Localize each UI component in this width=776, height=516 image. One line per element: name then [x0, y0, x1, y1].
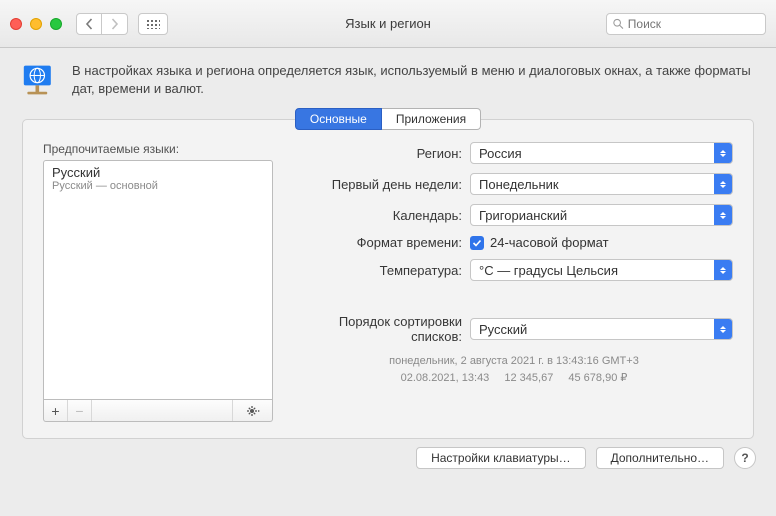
- first-day-select[interactable]: Понедельник: [470, 173, 733, 195]
- list-footer: + −: [43, 400, 273, 422]
- language-actions-button[interactable]: [232, 400, 272, 421]
- updown-icon: [714, 143, 732, 163]
- sort-order-label: Порядок сортировки списков:: [295, 314, 470, 344]
- sort-order-select[interactable]: Русский: [470, 318, 733, 340]
- language-name: Русский: [52, 165, 264, 180]
- tab-apps[interactable]: Приложения: [382, 108, 481, 130]
- list-item[interactable]: Русский Русский — основной: [52, 165, 264, 192]
- window-controls: [10, 18, 62, 30]
- help-button[interactable]: ?: [734, 447, 756, 469]
- tabs: Основные Приложения: [0, 108, 776, 130]
- chevron-right-icon: [110, 18, 119, 30]
- search-field[interactable]: [606, 13, 766, 35]
- search-input[interactable]: [628, 17, 759, 31]
- format-example: понедельник, 2 августа 2021 г. в 13:43:1…: [295, 353, 733, 386]
- forward-button[interactable]: [102, 13, 128, 35]
- first-day-label: Первый день недели:: [295, 177, 470, 192]
- temperature-select[interactable]: °C — градусы Цельсия: [470, 259, 733, 281]
- search-icon: [613, 18, 624, 30]
- region-label: Регион:: [295, 146, 470, 161]
- time-format-checkbox-label: 24-часовой формат: [490, 235, 609, 250]
- updown-icon: [714, 174, 732, 194]
- advanced-button[interactable]: Дополнительно…: [596, 447, 724, 469]
- zoom-window[interactable]: [50, 18, 62, 30]
- preferred-languages-label: Предпочитаемые языки:: [43, 142, 273, 156]
- temperature-label: Температура:: [295, 263, 470, 278]
- tab-general[interactable]: Основные: [295, 108, 382, 130]
- header: В настройках языка и региона определяетс…: [0, 48, 776, 108]
- updown-icon: [714, 260, 732, 280]
- titlebar: Язык и регион: [0, 0, 776, 48]
- gear-icon: [246, 404, 260, 418]
- nav-buttons: [76, 13, 128, 35]
- language-subtitle: Русский — основной: [52, 180, 264, 192]
- time-format-checkbox[interactable]: [470, 236, 484, 250]
- keyboard-settings-button[interactable]: Настройки клавиатуры…: [416, 447, 586, 469]
- updown-icon: [714, 205, 732, 225]
- check-icon: [472, 238, 482, 248]
- show-all-button[interactable]: [138, 13, 168, 35]
- bottom-bar: Настройки клавиатуры… Дополнительно… ?: [0, 439, 776, 477]
- region-settings-column: Регион: Россия Первый день недели: Понед…: [295, 142, 733, 422]
- region-select[interactable]: Россия: [470, 142, 733, 164]
- remove-language-button[interactable]: −: [68, 400, 92, 421]
- calendar-select[interactable]: Григорианский: [470, 204, 733, 226]
- add-language-button[interactable]: +: [44, 400, 68, 421]
- updown-icon: [714, 319, 732, 339]
- close-window[interactable]: [10, 18, 22, 30]
- languages-list[interactable]: Русский Русский — основной: [43, 160, 273, 400]
- settings-panel: Предпочитаемые языки: Русский Русский — …: [22, 119, 754, 439]
- header-description: В настройках языка и региона определяетс…: [72, 62, 754, 98]
- calendar-label: Календарь:: [295, 208, 470, 223]
- lang-region-icon: [22, 62, 58, 98]
- preferred-languages-column: Предпочитаемые языки: Русский Русский — …: [43, 142, 273, 422]
- back-button[interactable]: [76, 13, 102, 35]
- chevron-left-icon: [85, 18, 94, 30]
- minimize-window[interactable]: [30, 18, 42, 30]
- time-format-label: Формат времени:: [295, 235, 470, 250]
- grid-icon: [146, 19, 160, 29]
